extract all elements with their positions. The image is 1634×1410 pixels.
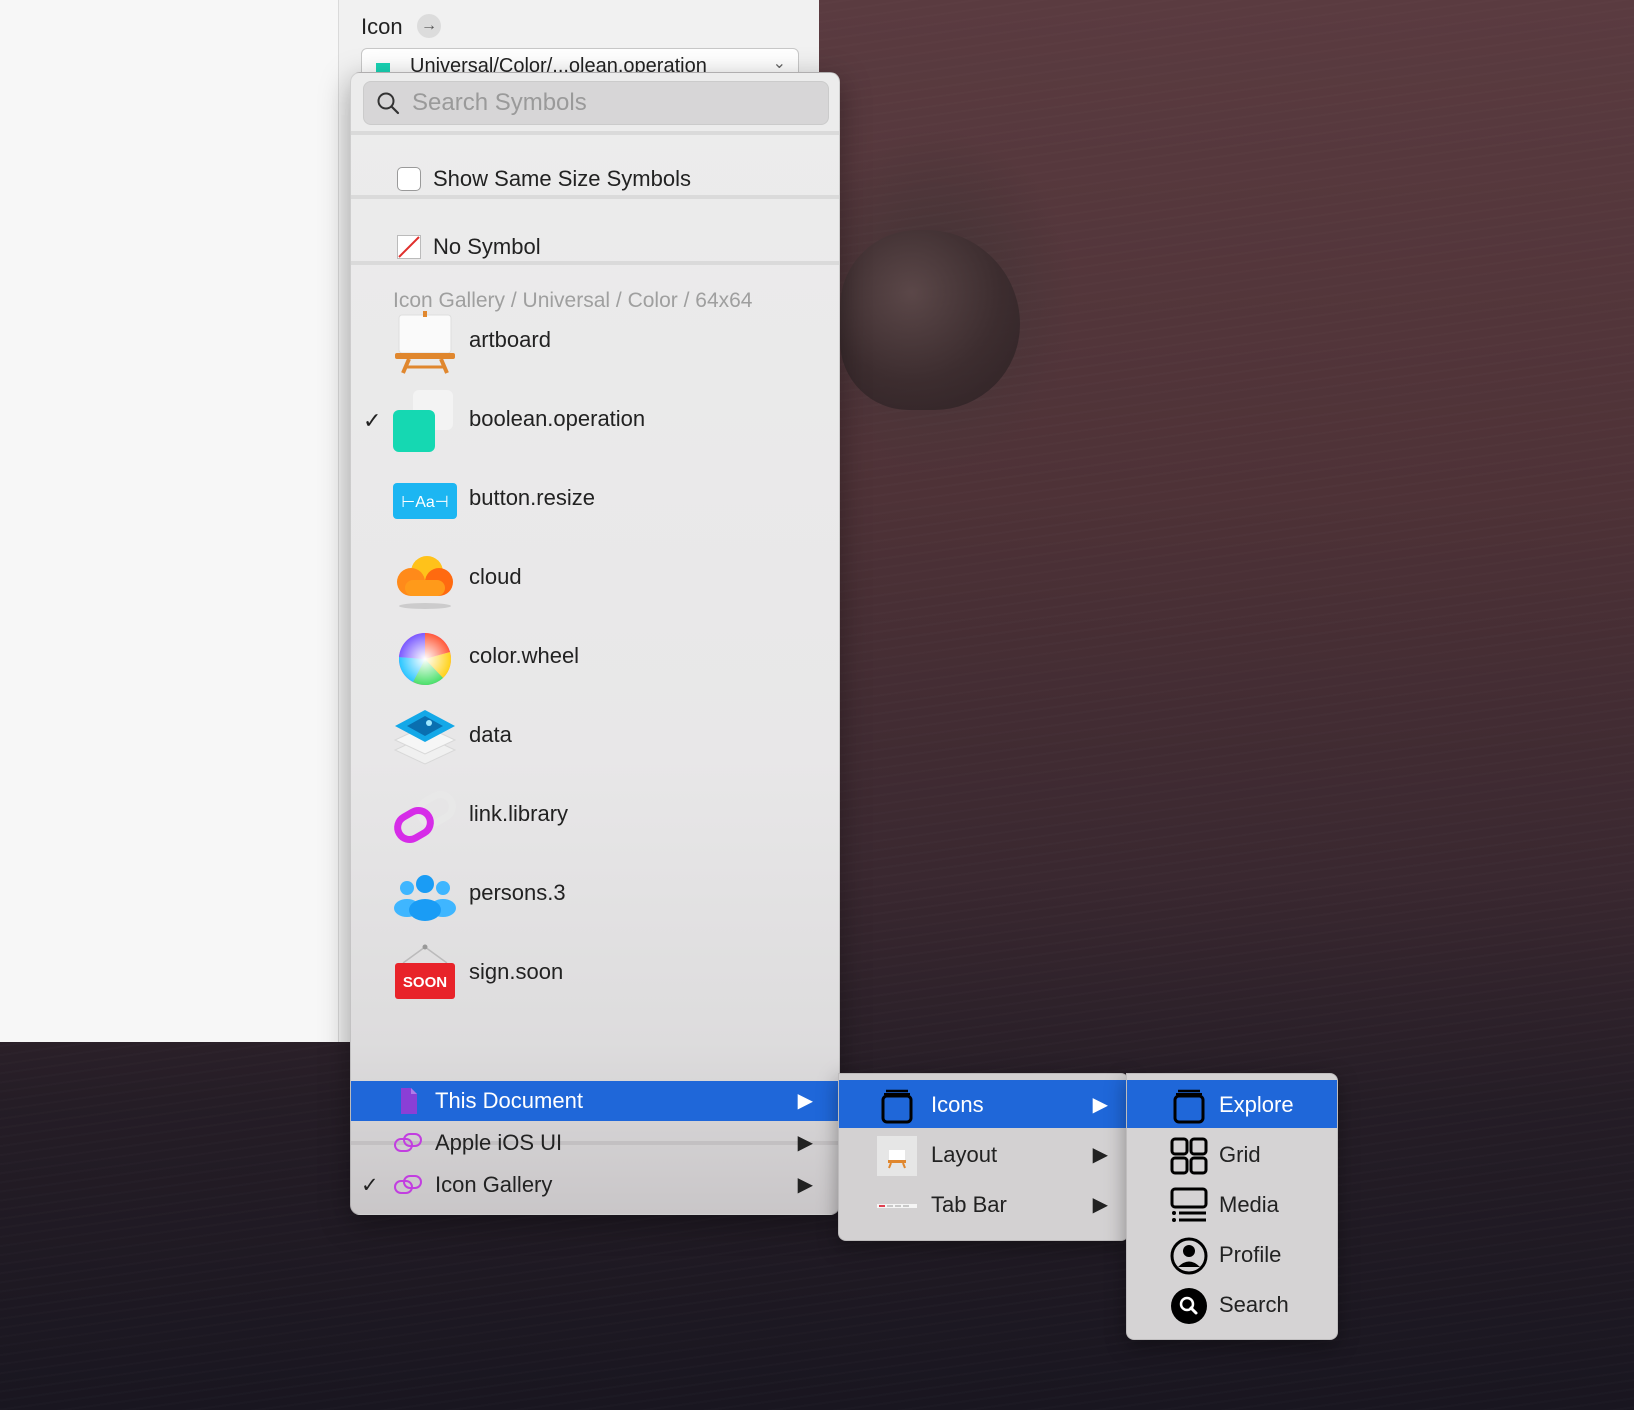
submenu-item-tab-bar[interactable]: Tab Bar ▶ bbox=[839, 1180, 1128, 1228]
link-library-icon bbox=[394, 1175, 422, 1194]
submenu-label: Grid bbox=[1219, 1142, 1261, 1167]
symbol-item-link-library[interactable]: link.library bbox=[351, 777, 839, 855]
submenu-label: Layout bbox=[931, 1142, 998, 1167]
submenu-label: Explore bbox=[1219, 1092, 1294, 1117]
submenu-label: Media bbox=[1219, 1192, 1279, 1217]
checkmark-icon: ✓ bbox=[363, 408, 382, 433]
submenu-label: Profile bbox=[1219, 1242, 1282, 1267]
search-icon bbox=[377, 92, 400, 115]
symbol-label: artboard bbox=[469, 327, 551, 352]
submenu-item-icons[interactable]: Icons ▶ bbox=[839, 1080, 1128, 1128]
symbol-item-artboard[interactable]: artboard bbox=[351, 303, 839, 381]
this-document-submenu: Icons ▶ Layout ▶ Tab Bar ▶ bbox=[838, 1073, 1129, 1241]
document-icon bbox=[401, 1088, 417, 1114]
submenu-item-profile[interactable]: Profile bbox=[1127, 1230, 1337, 1278]
submenu-arrow-icon: ▶ bbox=[797, 1090, 813, 1112]
search-circle-icon bbox=[1171, 1288, 1207, 1324]
submenu-label: Icons bbox=[931, 1092, 984, 1117]
symbol-item-color-wheel[interactable]: color.wheel bbox=[351, 619, 839, 697]
submenu-arrow-icon: ▶ bbox=[1092, 1094, 1108, 1116]
library-label: Icon Gallery bbox=[435, 1172, 553, 1197]
submenu-item-layout[interactable]: Layout ▶ bbox=[839, 1130, 1128, 1178]
symbol-label: color.wheel bbox=[469, 643, 580, 668]
submenu-item-grid[interactable]: Grid bbox=[1127, 1130, 1337, 1178]
symbol-label: button.resize bbox=[469, 485, 595, 510]
data-icon bbox=[393, 710, 457, 765]
tab-bar-thumbnail-icon bbox=[877, 1204, 917, 1208]
menu-divider bbox=[351, 131, 839, 135]
library-label: This Document bbox=[435, 1088, 583, 1113]
boolean-operation-icon bbox=[393, 390, 453, 452]
link-library-icon bbox=[394, 1133, 422, 1152]
cloud-icon bbox=[397, 556, 453, 609]
submenu-arrow-icon: ▶ bbox=[797, 1132, 813, 1154]
search-box[interactable] bbox=[363, 81, 829, 125]
chevron-down-icon: ⌄ bbox=[772, 55, 786, 72]
submenu-arrow-icon: ▶ bbox=[1092, 1194, 1108, 1216]
symbol-item-sign-soon[interactable]: SOON sign.soon bbox=[351, 935, 839, 1013]
symbol-label: sign.soon bbox=[469, 959, 564, 984]
stack-icon bbox=[881, 1089, 913, 1124]
symbol-label: link.library bbox=[469, 801, 569, 826]
link-library-icon bbox=[394, 791, 456, 843]
submenu-label: Search bbox=[1219, 1292, 1289, 1317]
library-label: Apple iOS UI bbox=[435, 1130, 563, 1155]
no-symbol-icon bbox=[397, 235, 421, 259]
symbol-item-data[interactable]: data bbox=[351, 698, 839, 776]
no-symbol-label: No Symbol bbox=[433, 234, 541, 259]
symbol-item-button-resize[interactable]: ⊢Aa⊣ button.resize bbox=[351, 461, 839, 539]
symbol-label: boolean.operation bbox=[469, 406, 646, 431]
stack-icon bbox=[1173, 1089, 1205, 1124]
submenu-item-explore[interactable]: Explore bbox=[1127, 1080, 1337, 1128]
submenu-item-search[interactable]: Search bbox=[1127, 1280, 1337, 1328]
library-apple-ios-ui[interactable]: Apple iOS UI ▶ bbox=[351, 1123, 839, 1163]
artboard-icon bbox=[395, 311, 455, 374]
symbol-label: data bbox=[469, 722, 512, 747]
color-wheel-icon bbox=[398, 632, 452, 686]
submenu-arrow-icon: ▶ bbox=[797, 1174, 813, 1196]
search-input[interactable] bbox=[410, 86, 814, 120]
library-icon-gallery[interactable]: ✓ Icon Gallery ▶ bbox=[351, 1165, 839, 1205]
symbol-label: persons.3 bbox=[469, 880, 566, 905]
show-same-size-label: Show Same Size Symbols bbox=[433, 166, 691, 191]
checkbox[interactable] bbox=[397, 167, 421, 191]
symbol-item-cloud[interactable]: cloud bbox=[351, 540, 839, 618]
persons-icon bbox=[394, 875, 456, 921]
symbol-item-persons-3[interactable]: persons.3 bbox=[351, 856, 839, 934]
icons-submenu: Explore Grid Media Profile Search bbox=[1126, 1073, 1338, 1340]
grid-icon bbox=[1170, 1137, 1208, 1175]
show-same-size-toggle[interactable]: Show Same Size Symbols bbox=[397, 159, 691, 199]
checkmark-icon: ✓ bbox=[361, 1174, 379, 1197]
sign-soon-text: SOON bbox=[403, 974, 447, 991]
submenu-arrow-icon: ▶ bbox=[1092, 1144, 1108, 1166]
submenu-label: Tab Bar bbox=[931, 1192, 1007, 1217]
symbol-label: cloud bbox=[469, 564, 522, 589]
go-to-symbol-icon[interactable]: → bbox=[417, 14, 441, 38]
menu-divider bbox=[351, 261, 839, 265]
button-resize-icon: ⊢Aa⊣ bbox=[393, 483, 457, 519]
icon-override-label: Icon bbox=[361, 14, 403, 39]
library-this-document[interactable]: This Document ▶ bbox=[351, 1081, 839, 1121]
symbol-item-boolean-operation[interactable]: ✓ boolean.operation bbox=[351, 382, 839, 460]
media-icon bbox=[1170, 1187, 1208, 1222]
symbol-picker-menu: Show Same Size Symbols No Symbol Icon Ga… bbox=[350, 72, 840, 1215]
submenu-item-media[interactable]: Media bbox=[1127, 1180, 1337, 1228]
layout-thumbnail-icon bbox=[877, 1136, 917, 1176]
profile-icon bbox=[1170, 1237, 1208, 1275]
canvas-area bbox=[0, 0, 338, 1042]
button-resize-glyph: ⊢Aa⊣ bbox=[401, 494, 448, 511]
menu-divider bbox=[351, 195, 839, 199]
sign-soon-icon: SOON bbox=[395, 944, 455, 999]
